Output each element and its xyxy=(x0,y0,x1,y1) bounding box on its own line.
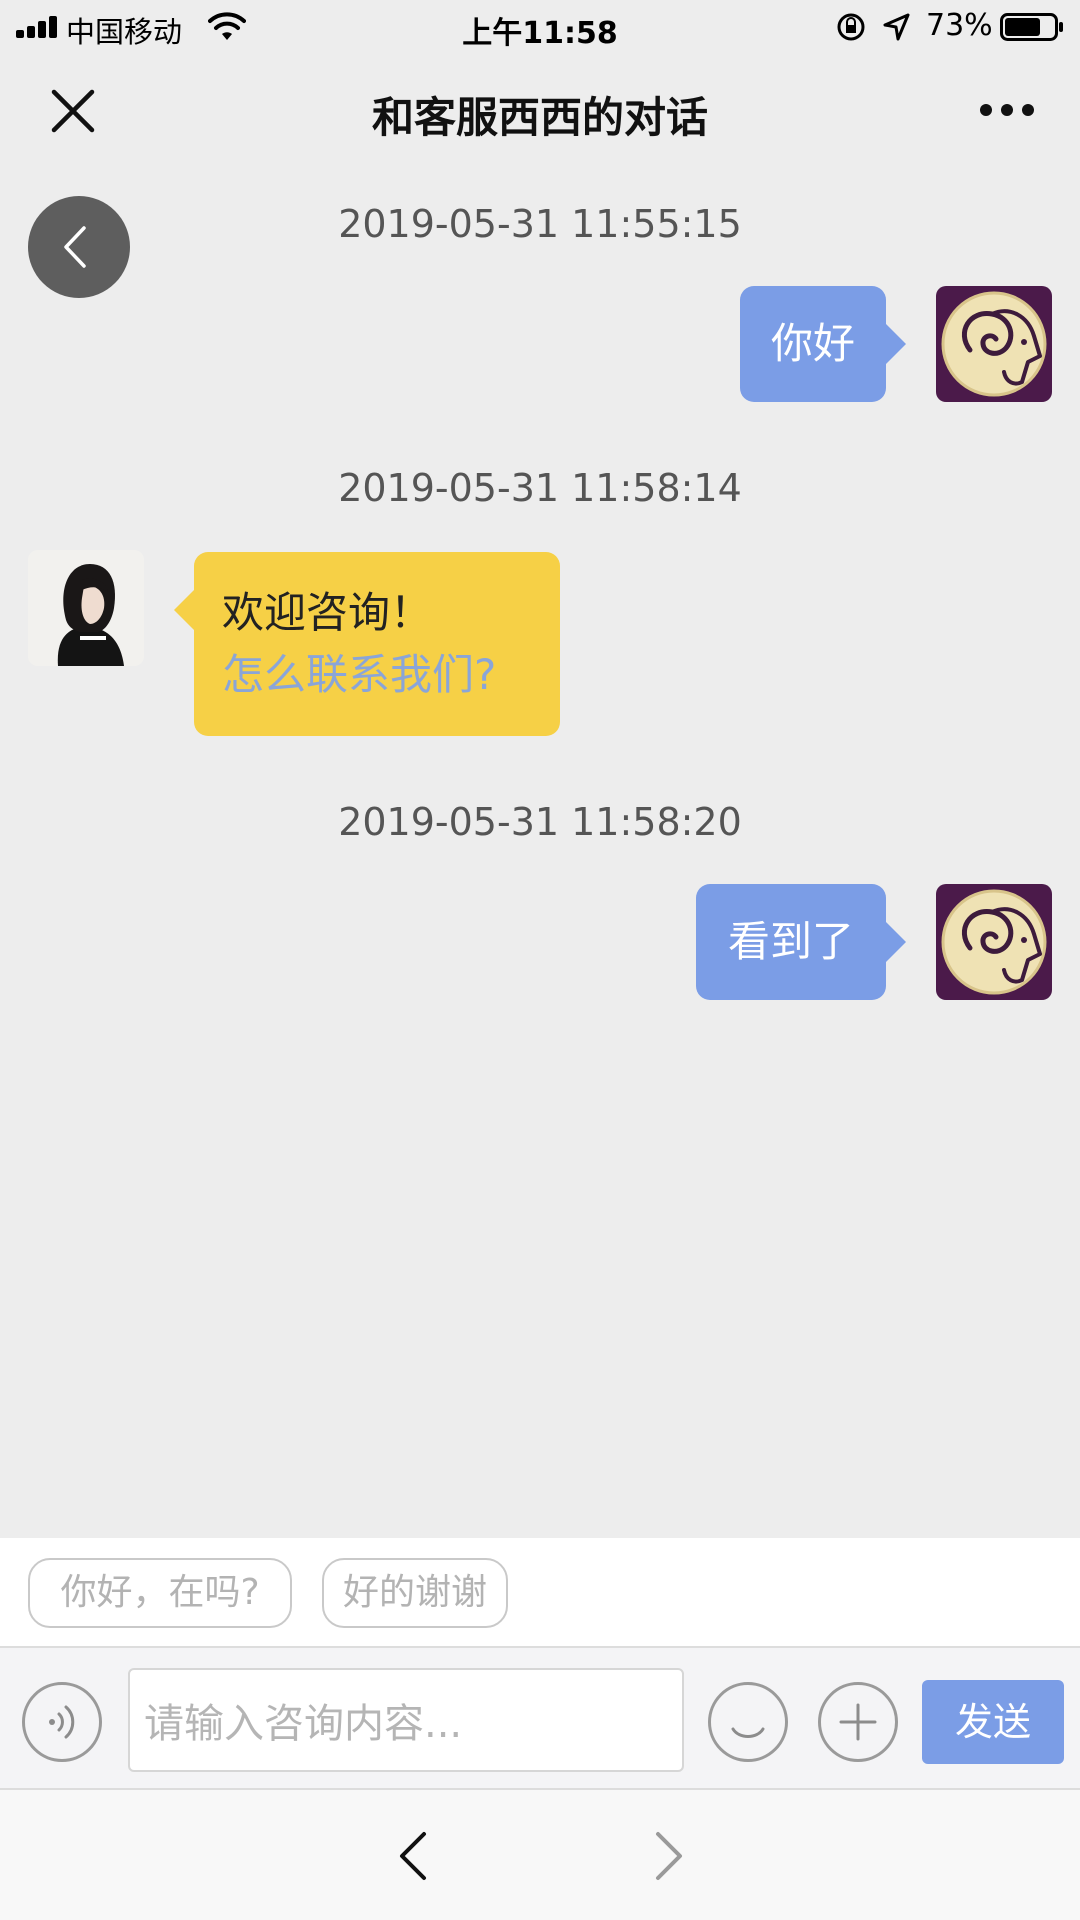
message-timestamp: 2019-05-31 11:55:15 xyxy=(338,202,742,246)
agent-avatar[interactable] xyxy=(28,550,144,666)
nav-bar: 和客服西西的对话 xyxy=(0,54,1080,166)
rotation-lock-icon xyxy=(837,13,865,41)
emoji-icon xyxy=(731,1727,765,1738)
message-input[interactable] xyxy=(128,1668,684,1772)
more-icon[interactable] xyxy=(978,99,1036,121)
emoji-button[interactable] xyxy=(708,1682,788,1762)
message-timestamp: 2019-05-31 11:58:20 xyxy=(338,800,742,844)
back-arrow-icon[interactable] xyxy=(396,1830,430,1882)
input-bar: 发送 xyxy=(0,1648,1080,1790)
ram-icon xyxy=(941,291,1047,397)
battery-percent: 73% xyxy=(926,8,993,43)
status-bar: 中国移动 上午11:58 73% xyxy=(0,0,1080,54)
voice-icon xyxy=(49,1705,75,1739)
voice-button[interactable] xyxy=(22,1682,102,1762)
send-button[interactable]: 发送 xyxy=(922,1680,1064,1764)
status-time: 上午11:58 xyxy=(462,16,618,51)
quick-reply-bar: 你好，在吗? 好的谢谢 xyxy=(0,1538,1080,1648)
message-text: 欢迎咨询！ xyxy=(222,588,433,637)
plus-icon xyxy=(839,1703,877,1741)
message-text: 看到了 xyxy=(727,917,854,966)
forward-arrow-icon[interactable] xyxy=(652,1830,686,1882)
agent-photo-icon xyxy=(28,550,144,666)
message-timestamp: 2019-05-31 11:58:14 xyxy=(338,466,742,510)
incoming-message-bubble: 欢迎咨询！ 怎么联系我们? xyxy=(174,552,560,736)
outgoing-message-bubble[interactable]: 看到了 xyxy=(696,884,906,1000)
message-text: 你好 xyxy=(770,319,855,368)
outgoing-message-bubble[interactable]: 你好 xyxy=(740,286,906,402)
faq-link[interactable]: 怎么联系我们? xyxy=(222,644,532,706)
browser-toolbar xyxy=(0,1790,1080,1920)
ram-avatar[interactable] xyxy=(936,286,1052,402)
quick-reply-chip[interactable]: 你好，在吗? xyxy=(28,1558,292,1628)
add-button[interactable] xyxy=(818,1682,898,1762)
quick-reply-chip[interactable]: 好的谢谢 xyxy=(322,1558,508,1628)
ram-avatar[interactable] xyxy=(936,884,1052,1000)
page-title: 和客服西西的对话 xyxy=(371,93,708,142)
location-icon xyxy=(883,13,910,41)
ram-icon xyxy=(941,889,1047,995)
battery-icon xyxy=(1000,13,1063,41)
